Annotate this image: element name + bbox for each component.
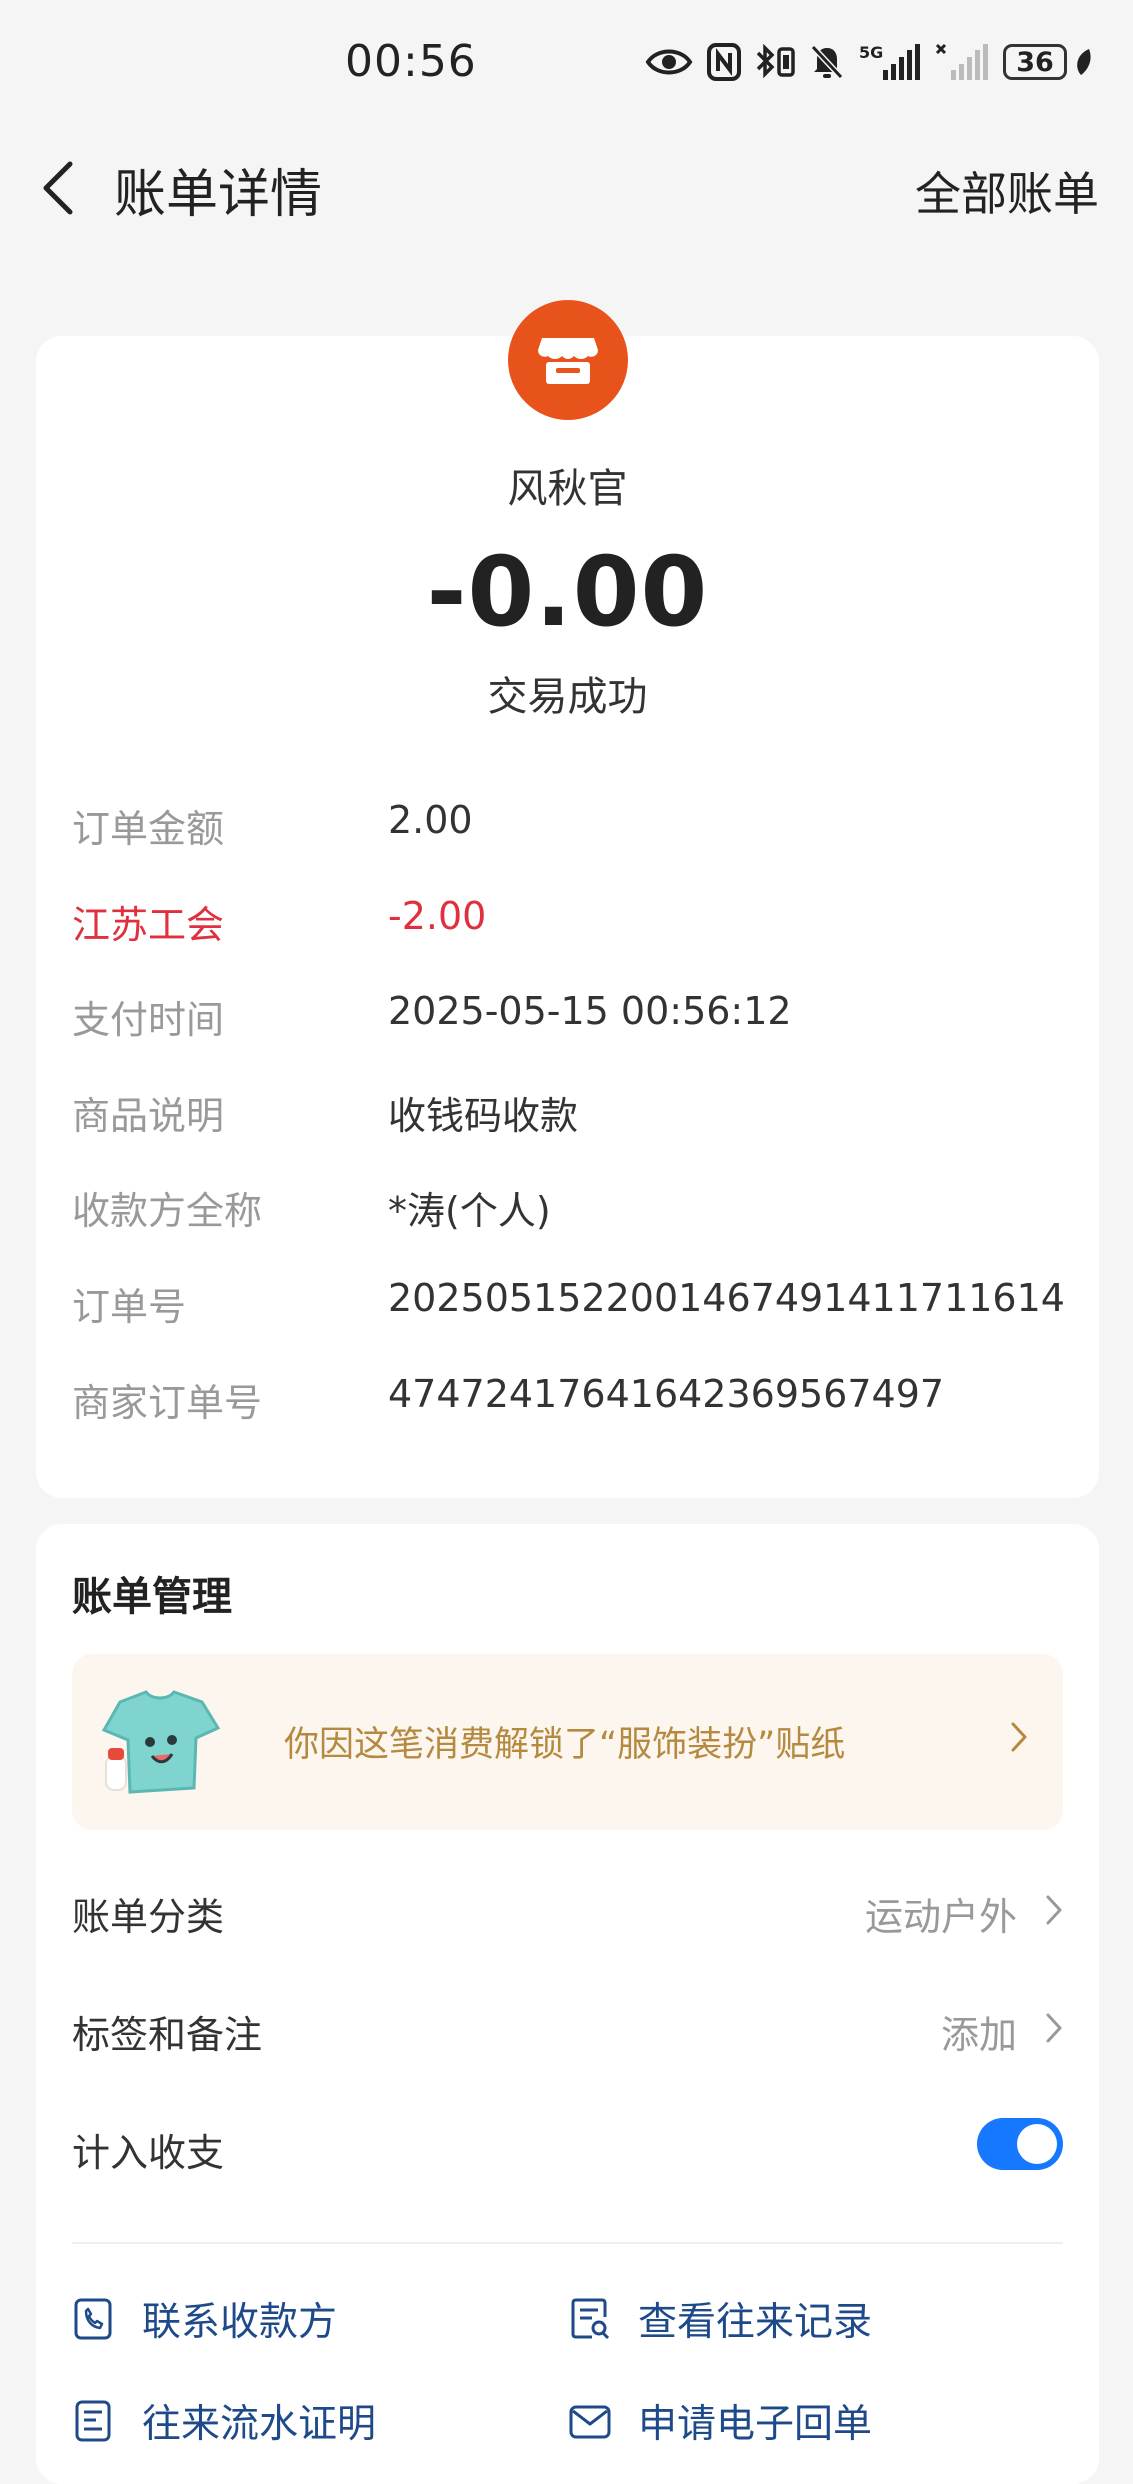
setting-label: 计入收支 [72,2131,225,2175]
detail-value[interactable]: 2025051522001467491411711614 [388,1276,1065,1320]
all-bills-link[interactable]: 全部账单 [915,158,1099,224]
merchant-avatar[interactable] [508,300,628,420]
page-title: 账单详情 [114,165,323,225]
action-label: 申请电子回单 [638,2402,873,2447]
setting-label: 标签和备注 [72,2013,263,2057]
action-label: 联系收款方 [142,2300,338,2345]
detail-label: 支付时间 [72,998,225,1043]
electronic-receipt-button[interactable]: 申请电子回单 [568,2386,872,2456]
eye-icon [645,49,693,75]
sticker-banner[interactable]: 你因这笔消费解锁了“服饰装扮”贴纸 [72,1654,1063,1830]
detail-value[interactable]: 47472417641642369567497 [388,1372,944,1416]
svg-text:5G: 5G [859,43,883,62]
detail-value: -2.00 [388,893,487,938]
detail-label: 收款方全称 [72,1189,263,1234]
tshirt-sticker-icon [101,1690,221,1794]
detail-label: 商家订单号 [72,1380,263,1425]
battery-level: 36 [1003,44,1067,80]
phone-contact-icon [74,2298,112,2340]
contact-payee-button[interactable]: 联系收款方 [72,2284,337,2354]
chevron-right-icon [1046,2013,1062,2043]
bill-category-row[interactable]: 账单分类 运动户外 [72,1870,1063,1950]
section-title: 账单管理 [72,1574,232,1620]
view-records-button[interactable]: 查看往来记录 [568,2284,872,2354]
store-icon [538,338,598,384]
detail-row-description: 商品说明 收钱码收款 [72,1071,1072,1167]
back-button[interactable] [30,160,86,216]
battery-icon: 36 [1003,44,1093,80]
transaction-status: 交易成功 [487,674,648,720]
nav-bar: 账单详情 全部账单 [0,140,1133,236]
status-icons: 5G 36 [645,38,1093,86]
record-search-icon [571,2298,610,2340]
chevron-right-icon [1011,1722,1027,1752]
include-toggle[interactable] [977,2118,1063,2170]
detail-label: 商品说明 [72,1093,225,1138]
setting-label: 账单分类 [72,1895,225,1939]
status-bar: 00:56 5G 36 [0,0,1133,125]
merchant-name: 风秋官 [507,466,628,512]
chevron-left-icon [43,161,73,215]
detail-label: 江苏工会 [72,902,225,947]
nfc-icon [707,43,741,81]
detail-row-discount: 江苏工会 -2.00 [72,880,1072,976]
sticker-text: 你因这笔消费解锁了“服饰装扮”贴纸 [284,1725,846,1765]
detail-row-order-number: 订单号 2025051522001467491411711614 [72,1262,1072,1358]
setting-value: 添加 [940,2013,1017,2057]
toggle-knob [1017,2124,1057,2164]
tags-notes-row[interactable]: 标签和备注 添加 [72,1988,1063,2068]
transaction-card: 风秋官 -0.00 交易成功 订单金额 2.00 江苏工会 -2.00 支付时间… [36,300,1099,1498]
detail-value[interactable]: *涛(个人) [388,1180,551,1235]
detail-label: 订单金额 [72,807,225,851]
detail-label: 订单号 [72,1284,187,1329]
status-time: 00:56 [345,36,477,87]
action-label: 查看往来记录 [638,2300,873,2345]
transaction-amount: -0.00 [426,536,709,648]
leaf-icon [1077,49,1091,75]
bill-management-card: 账单管理 你因这笔消费解锁了“服饰装扮”贴纸 账单分类 运动户外 标签和备注 添… [36,1524,1099,2484]
statement-proof-button[interactable]: 往来流水证明 [72,2386,376,2456]
divider [72,2242,1063,2244]
signal-icon: 5G [859,43,920,80]
detail-value: 收钱码收款 [388,1093,579,1138]
bluetooth-icon [756,43,795,79]
detail-row-order-amount: 订单金额 2.00 [72,784,1072,880]
detail-row-merchant-order-number: 商家订单号 47472417641642369567497 [72,1358,1072,1454]
detail-row-payee: 收款方全称 *涛(个人) [72,1166,1072,1262]
setting-value: 运动户外 [864,1895,1017,1939]
mute-icon [810,44,844,80]
detail-value: 2.00 [388,798,473,842]
detail-list: 订单金额 2.00 江苏工会 -2.00 支付时间 2025-05-15 00:… [72,784,1072,1453]
signal-off-icon [935,43,988,80]
mail-icon [569,2405,611,2439]
action-label: 往来流水证明 [142,2402,377,2447]
include-in-budget-row: 计入收支 [72,2106,1063,2186]
chevron-right-icon [1046,1895,1062,1925]
detail-value: 2025-05-15 00:56:12 [388,989,792,1034]
statement-icon [75,2400,111,2442]
detail-row-pay-time: 支付时间 2025-05-15 00:56:12 [72,975,1072,1071]
